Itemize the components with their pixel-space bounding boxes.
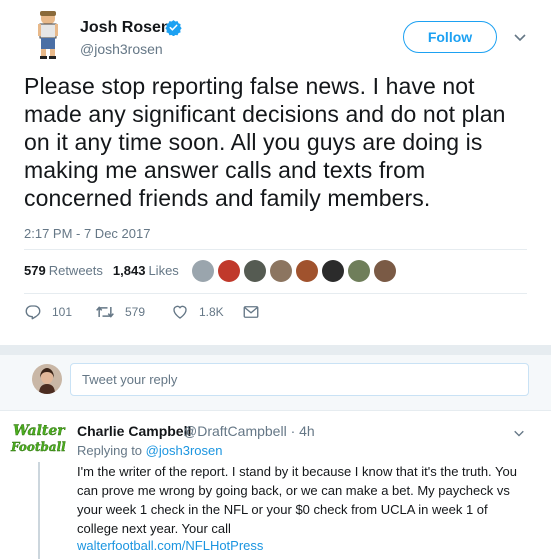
envelope-icon	[243, 306, 259, 318]
liker-avatar[interactable]	[348, 260, 370, 282]
tweet-text: Please stop reporting false news. I have…	[24, 73, 506, 211]
divider	[24, 293, 527, 294]
liker-avatars	[192, 260, 400, 282]
thread-line	[38, 462, 40, 559]
chevron-down-icon[interactable]	[513, 426, 525, 438]
liker-avatar[interactable]	[192, 260, 214, 282]
reply-count: 101	[52, 305, 73, 319]
divider	[24, 249, 527, 250]
reply-text: I'm the writer of the report. I stand by…	[77, 464, 517, 536]
retweet-count: 579	[125, 305, 146, 319]
retweet-icon	[96, 306, 114, 318]
liker-avatar[interactable]	[270, 260, 292, 282]
reply-icon	[25, 305, 41, 320]
tweet-stats: 579 Retweets 1,843 Likes	[24, 263, 189, 278]
liker-avatar[interactable]	[374, 260, 396, 282]
author-avatar[interactable]	[24, 10, 72, 60]
replying-to: Replying to @josh3rosen	[77, 443, 222, 458]
reply-author-handle[interactable]: @DraftCampbell · 4h	[183, 423, 315, 439]
main-tweet: Josh Rosen @josh3rosen Follow Please sto…	[0, 0, 551, 345]
reply-author-name[interactable]: Charlie Campbell	[77, 423, 191, 439]
liker-avatar[interactable]	[296, 260, 318, 282]
verified-badge-icon	[165, 19, 182, 37]
chevron-down-icon[interactable]	[513, 30, 527, 44]
author-handle[interactable]: @josh3rosen	[80, 41, 163, 57]
svg-text:Walter: Walter	[13, 423, 66, 439]
section-gap	[0, 345, 551, 355]
like-count: 1.8K	[199, 305, 224, 319]
retweet-action[interactable]: 579	[95, 303, 145, 321]
replying-handle-link[interactable]: @josh3rosen	[146, 443, 223, 458]
likes-stat[interactable]: 1,843 Likes	[113, 263, 179, 278]
likes-count: 1,843	[112, 263, 146, 278]
heart-icon	[173, 305, 187, 319]
like-action[interactable]: 1.8K	[171, 303, 224, 321]
current-user-avatar[interactable]	[32, 364, 62, 394]
reply-link[interactable]: walterfootball.com/NFLHotPress	[77, 538, 263, 553]
liker-avatar[interactable]	[218, 260, 240, 282]
retweets-count: 579	[24, 263, 46, 278]
tweet-timestamp[interactable]: 2:17 PM - 7 Dec 2017	[24, 226, 150, 241]
likes-label: Likes	[148, 263, 179, 278]
tweet-actions: 101 579 1.8K	[24, 303, 284, 325]
replying-prefix: Replying to	[77, 443, 143, 458]
author-name[interactable]: Josh Rosen	[80, 19, 171, 37]
svg-text:Football: Football	[10, 440, 66, 454]
liker-avatar[interactable]	[322, 260, 344, 282]
follow-button[interactable]: Follow	[403, 21, 497, 53]
retweets-stat[interactable]: 579 Retweets	[24, 263, 103, 278]
reply-action[interactable]: 101	[24, 303, 72, 321]
liker-avatar[interactable]	[244, 260, 266, 282]
walterfootball-logo[interactable]: Walter Football	[9, 418, 67, 458]
message-action[interactable]	[242, 303, 270, 321]
reply-input[interactable]: Tweet your reply	[70, 363, 529, 396]
retweets-label: Retweets	[48, 263, 103, 278]
